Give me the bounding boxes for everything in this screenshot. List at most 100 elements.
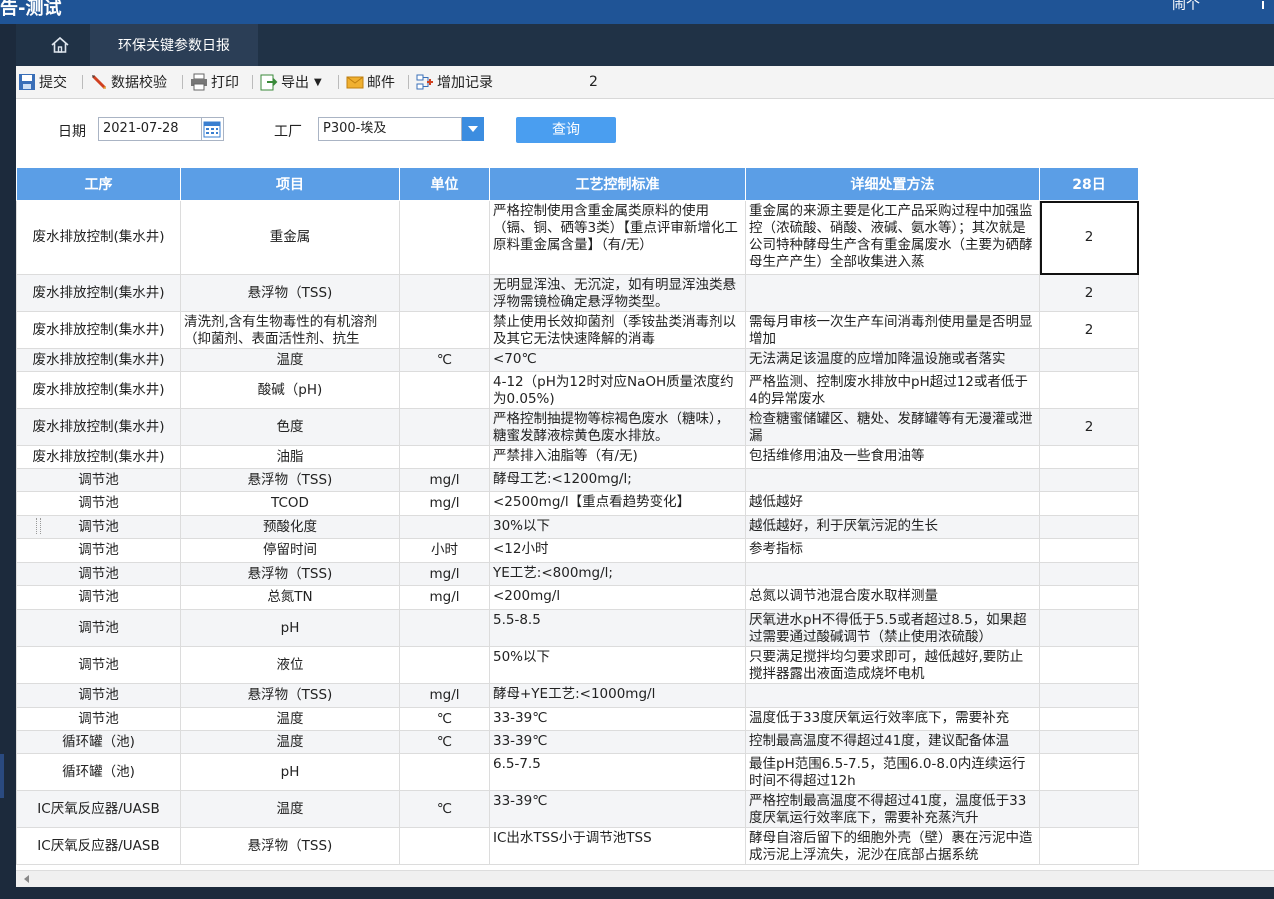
cell-standard: 严格控制使用含重金属类原料的使用（镉、铜、硒等3类）【重点评审新增化工原料重金属… (489, 200, 746, 275)
plant-dropdown-arrow[interactable] (462, 117, 484, 141)
cell-text: 2 (1084, 321, 1094, 338)
cell-day28[interactable] (1039, 646, 1139, 684)
cell-day28[interactable]: 2 (1039, 274, 1139, 312)
cell-text: 调节池 (78, 542, 119, 558)
table-row: IC厌氧反应器/UASB 悬浮物（TSS) IC出水TSS小于调节池TSS 酵母自溶后… (16, 827, 1139, 865)
cell-text: <2500mg/l【重点看趋势变化】 (493, 494, 691, 510)
cell-day28[interactable]: 2 (1039, 311, 1139, 349)
cell-text: 需每月审核一次生产车间消毒剂使用量是否明显增加 (749, 314, 1033, 346)
cell-unit (399, 827, 490, 865)
cell-text: 严禁排入油脂等（有/无) (493, 448, 638, 464)
cell-process: 循环罐（池) (16, 753, 181, 791)
cell-day28[interactable] (1039, 468, 1139, 492)
filter-bar: 日期 2021-07-28 工厂 P300-埃及 查询 (16, 99, 1274, 167)
cell-standard: 无明显浑浊、无沉淀，如有明显浑浊类悬浮物需镜检确定悬浮物类型。 (489, 274, 746, 312)
tab-env-daily-report[interactable]: 环保关键参数日报 (90, 24, 258, 66)
cell-day28[interactable]: 2 (1039, 200, 1139, 275)
cell-process: 循环罐（池) (16, 730, 181, 754)
cell-process: 调节池 (16, 538, 181, 563)
cell-text: 5.5-8.5 (493, 612, 541, 628)
cell-item: 重金属 (180, 200, 400, 275)
query-button[interactable]: 查询 (516, 117, 616, 143)
cell-text: 6.5-7.5 (493, 756, 541, 772)
cell-text: 液位 (276, 656, 304, 673)
cell-day28[interactable]: 2 (1039, 408, 1139, 446)
cell-day28[interactable] (1039, 609, 1139, 647)
cell-item: 预酸化度 (180, 515, 400, 539)
cell-method: 越低越好 (745, 491, 1040, 516)
main-panel: 提交 数据校验 打印 导出 ▼ 邮件 增加记录 2 日期 2021-07-28 … (16, 66, 1274, 870)
cell-item: pH (180, 609, 400, 647)
submit-button[interactable]: 提交 (18, 72, 67, 92)
cell-text: 禁止使用长效抑菌剂（季铵盐类消毒剂以及其它无法快速降解的消毒 (493, 314, 736, 346)
cell-standard: <200mg/l (489, 585, 746, 610)
cell-day28[interactable] (1039, 753, 1139, 791)
validate-button[interactable]: 数据校验 (90, 72, 167, 92)
column-header-day28[interactable]: 28日 (1039, 167, 1139, 201)
mail-button[interactable]: 邮件 (346, 72, 395, 92)
home-tab[interactable] (32, 24, 88, 66)
cell-text: 检查糖蜜储罐区、糖处、发酵罐等有无漫灌或泄漏 (749, 411, 1033, 443)
print-button[interactable]: 打印 (190, 72, 239, 92)
cell-day28[interactable] (1039, 538, 1139, 563)
sidebar-accent (0, 754, 4, 798)
toolbar-divider (182, 75, 183, 89)
mail-label: 邮件 (367, 75, 395, 91)
cell-text: 33-39℃ (493, 710, 548, 726)
cell-day28[interactable] (1039, 707, 1139, 731)
cell-text: 温度 (276, 710, 304, 727)
cell-text: 循环罐（池) (62, 733, 135, 750)
cell-method: 控制最高温度不得超过41度，建议配备体温 (745, 730, 1040, 754)
cell-day28[interactable] (1039, 371, 1139, 409)
toolbar-divider (338, 75, 339, 89)
cell-unit: 小时 (399, 538, 490, 563)
calendar-button[interactable] (202, 117, 224, 141)
table-row: 调节池 总氮TN mg/l <200mg/l 总氮以调节池混合废水取样测量 (16, 585, 1139, 610)
cell-text: 无法满足该温度的应增加降温设施或者落实 (749, 351, 1006, 367)
column-header-method[interactable]: 详细处置方法 (745, 167, 1040, 201)
cell-text: 重金属的来源主要是化工产品采购过程中加强监控（浓硫酸、硝酸、液碱、氨水等）；其次… (749, 203, 1033, 270)
column-header-item[interactable]: 项目 (180, 167, 400, 201)
cell-day28[interactable] (1039, 348, 1139, 372)
cell-text: ℃ (436, 800, 453, 817)
cell-day28[interactable] (1039, 585, 1139, 610)
window-control-icon[interactable] (1252, 0, 1274, 10)
cell-day28[interactable] (1039, 515, 1139, 539)
cell-day28[interactable] (1039, 491, 1139, 516)
column-header-unit[interactable]: 单位 (399, 167, 490, 201)
cell-text: 悬浮物（TSS) (247, 565, 333, 582)
cell-text: mg/l (429, 687, 460, 703)
cell-text: 30%以下 (493, 518, 551, 534)
cell-standard: 6.5-7.5 (489, 753, 746, 791)
plant-select[interactable]: P300-埃及 (318, 117, 462, 141)
cell-process: 废水排放控制(集水井) (16, 445, 181, 469)
row-resize-handle[interactable] (36, 518, 41, 534)
cell-process: 调节池 (16, 683, 181, 708)
column-header-process[interactable]: 工序 (16, 167, 181, 201)
user-name[interactable]: 闹个 (1172, 0, 1200, 14)
cell-day28[interactable] (1039, 790, 1139, 828)
add-record-button[interactable]: 增加记录 (416, 72, 493, 92)
cell-day28[interactable] (1039, 562, 1139, 586)
cell-text: 33-39℃ (493, 793, 548, 809)
cell-text: 控制最高温度不得超过41度，建议配备体温 (749, 733, 1010, 749)
cell-day28[interactable] (1039, 730, 1139, 754)
date-input[interactable]: 2021-07-28 (98, 117, 202, 141)
export-button[interactable]: 导出 ▼ (260, 72, 322, 92)
tab-bar: 环保关键参数日报 (16, 24, 1274, 66)
table-row: 调节池 温度 ℃ 33-39℃ 温度低于33度厌氧运行效率底下，需要补充 (16, 707, 1139, 731)
title-bar: 告-测试 闹个 (0, 0, 1274, 24)
column-header-standard[interactable]: 工艺控制标准 (489, 167, 746, 201)
cell-item: 悬浮物（TSS) (180, 468, 400, 492)
horizontal-scrollbar[interactable] (16, 870, 1274, 888)
scroll-left-icon[interactable] (24, 875, 29, 883)
cell-text: 悬浮物（TSS) (247, 471, 333, 488)
cell-text: 悬浮物（TSS) (247, 284, 333, 301)
cell-text: mg/l (429, 471, 460, 488)
cell-text: 废水排放控制(集水井) (32, 284, 165, 301)
cell-day28[interactable] (1039, 445, 1139, 469)
cell-item: pH (180, 753, 400, 791)
cell-day28[interactable] (1039, 683, 1139, 708)
cell-standard: 33-39℃ (489, 790, 746, 828)
cell-day28[interactable] (1039, 827, 1139, 865)
